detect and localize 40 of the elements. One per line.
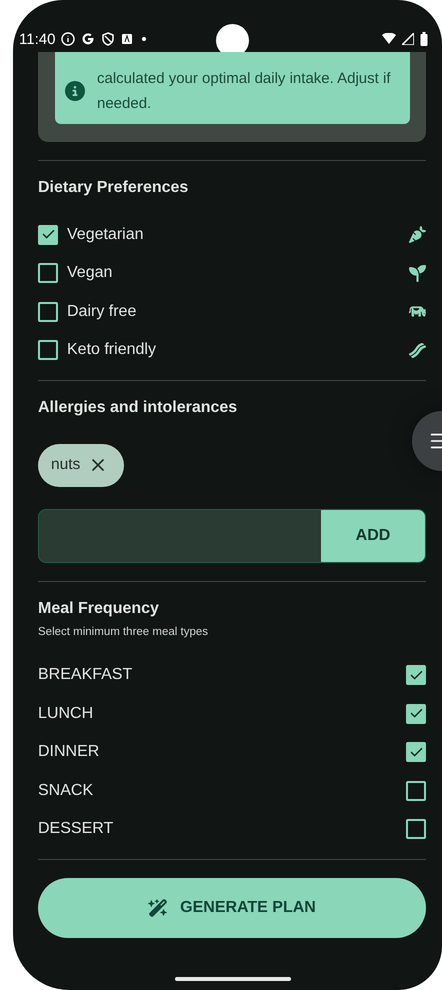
option-label: Vegan xyxy=(67,264,114,282)
sprout-icon xyxy=(409,264,426,282)
checkbox[interactable] xyxy=(406,665,426,685)
bacon-icon xyxy=(409,342,426,358)
section-title: Dietary Preferences xyxy=(38,179,190,197)
info-icon xyxy=(61,32,76,46)
meal-label: BREAKFAST xyxy=(38,666,134,684)
section-title: Allergies and intolerances xyxy=(38,398,238,416)
shield-icon xyxy=(101,32,116,46)
option-label: Keto friendly xyxy=(67,341,157,359)
checkbox[interactable] xyxy=(406,704,426,724)
checkbox[interactable] xyxy=(406,742,426,762)
g-logo-icon xyxy=(81,32,96,46)
checkbox[interactable] xyxy=(406,780,426,800)
option-label: Dairy free xyxy=(67,302,138,320)
option-label: Vegetarian xyxy=(67,226,145,244)
allergy-chip[interactable]: nuts xyxy=(38,444,124,486)
section-title: Meal Frequency xyxy=(38,600,160,618)
meal-label: LUNCH xyxy=(38,704,94,722)
status-time: 11:40 xyxy=(19,30,56,48)
wifi-icon xyxy=(382,33,396,45)
checkbox[interactable] xyxy=(406,819,426,839)
meal-label: DESSERT xyxy=(38,820,114,838)
checkbox[interactable] xyxy=(38,340,58,360)
checkbox[interactable] xyxy=(38,224,58,244)
generate-plan-button[interactable]: GENERATE PLAN xyxy=(38,878,426,938)
carrot-icon xyxy=(409,226,426,243)
app-icon xyxy=(121,33,134,45)
meal-label: DINNER xyxy=(38,743,100,761)
checkbox[interactable] xyxy=(38,302,58,322)
meal-label: SNACK xyxy=(38,782,94,800)
info-text: calculated your optimal daily intake. Adjust if needed. xyxy=(97,69,392,114)
add-button[interactable]: ADD xyxy=(321,510,425,562)
section-subtitle: Select minimum three meal types xyxy=(38,626,210,638)
checkbox[interactable] xyxy=(38,263,58,283)
battery-icon xyxy=(420,32,428,46)
signal-icon xyxy=(402,33,414,45)
magic-wand-icon xyxy=(148,898,168,918)
allergy-input-field[interactable]: ADD xyxy=(38,508,426,562)
info-icon xyxy=(65,81,85,101)
